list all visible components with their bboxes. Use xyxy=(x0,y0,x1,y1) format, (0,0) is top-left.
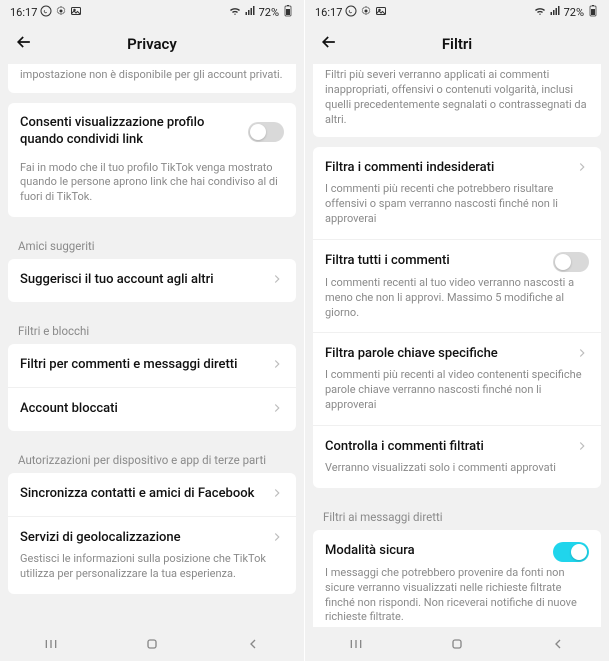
header: Privacy xyxy=(0,24,304,64)
section-dm-label: Filtri ai messaggi diretti xyxy=(313,498,601,530)
chevron-right-icon xyxy=(575,438,589,457)
review-filtered-label: Controlla i commenti filtrati xyxy=(325,439,567,456)
gear-icon xyxy=(55,5,67,20)
image-icon xyxy=(375,5,387,20)
status-time: 16:17 xyxy=(10,6,37,19)
battery-icon xyxy=(282,5,294,20)
section-filters-label: Filtri e blocchi xyxy=(8,312,296,344)
signal-icon xyxy=(549,5,561,20)
filter-all-row[interactable]: Filtra tutti i commenti xyxy=(313,239,601,276)
whatsapp-icon xyxy=(40,5,52,20)
chevron-right-icon xyxy=(270,529,284,548)
screen-filters: 16:17 72% Fil xyxy=(305,0,610,661)
filter-all-label: Filtra tutti i commenti xyxy=(325,253,545,270)
content: impostazione non è disponibile per gli a… xyxy=(0,64,304,627)
safe-mode-row[interactable]: Modalità sicura xyxy=(313,530,601,566)
sync-contacts-row[interactable]: Sincronizza contatti e amici di Facebook xyxy=(8,473,296,516)
screen-privacy: 16:17 72% Pri xyxy=(0,0,305,661)
filter-unwanted-row[interactable]: Filtra i commenti indesiderati xyxy=(313,147,601,182)
suggest-account-row[interactable]: Suggerisci il tuo account agli altri xyxy=(8,259,296,302)
safe-mode-label: Modalità sicura xyxy=(325,543,545,560)
back-button[interactable] xyxy=(14,32,34,56)
chevron-right-icon xyxy=(575,159,589,178)
geo-services-row[interactable]: Servizi di geolocalizzazione xyxy=(8,516,296,552)
profile-view-label: Consenti visualizzazione profilo quando … xyxy=(20,115,240,149)
review-filtered-desc: Verranno visualizzati solo i commenti ap… xyxy=(313,461,601,488)
safe-mode-toggle[interactable] xyxy=(553,542,589,562)
geo-services-desc: Gestisci le informazioni sulla posizione… xyxy=(8,552,296,594)
image-icon xyxy=(70,5,82,20)
content: Filtri più severi verranno applicati ai … xyxy=(305,64,609,627)
filter-unwanted-desc: I commenti più recenti che potrebbero ri… xyxy=(313,182,601,239)
header: Filtri xyxy=(305,24,609,64)
profile-view-desc: Fai in modo che il tuo profilo TikTok ve… xyxy=(8,161,296,218)
profile-view-toggle[interactable] xyxy=(248,122,284,142)
intro-text-cut: Filtri più severi verranno applicati ai … xyxy=(313,64,601,137)
chevron-right-icon xyxy=(270,356,284,375)
wifi-icon xyxy=(534,5,546,20)
page-title: Privacy xyxy=(0,35,304,53)
profile-view-toggle-row[interactable]: Consenti visualizzazione profilo quando … xyxy=(8,103,296,161)
filter-all-toggle[interactable] xyxy=(553,252,589,272)
back-button[interactable] xyxy=(319,32,339,56)
filter-all-desc: I commenti recenti al tuo video verranno… xyxy=(313,276,601,333)
section-friends-label: Amici suggeriti xyxy=(8,227,296,259)
android-navbar xyxy=(305,627,609,661)
chevron-right-icon xyxy=(270,271,284,290)
battery-icon xyxy=(587,5,599,20)
status-time: 16:17 xyxy=(315,6,342,19)
intro-text-cut: impostazione non è disponibile per gli a… xyxy=(8,64,296,93)
filter-keywords-desc: I commenti più recenti al video contenen… xyxy=(313,368,601,425)
whatsapp-icon xyxy=(345,5,357,20)
safe-mode-desc: I messaggi che potrebbero provenire da f… xyxy=(313,566,601,627)
suggest-account-label: Suggerisci il tuo account agli altri xyxy=(20,272,262,289)
review-filtered-row[interactable]: Controlla i commenti filtrati xyxy=(313,425,601,461)
filter-unwanted-label: Filtra i commenti indesiderati xyxy=(325,160,567,177)
section-auth-label: Autorizzazioni per dispositivo e app di … xyxy=(8,441,296,473)
home-button[interactable] xyxy=(449,636,465,652)
page-title: Filtri xyxy=(305,35,609,53)
wifi-icon xyxy=(229,5,241,20)
blocked-accounts-label: Account bloccati xyxy=(20,401,262,418)
chevron-right-icon xyxy=(575,345,589,364)
statusbar: 16:17 72% xyxy=(0,0,304,24)
battery-text: 72% xyxy=(259,6,279,19)
comment-filters-label: Filtri per commenti e messaggi diretti xyxy=(20,357,262,374)
comment-filters-row[interactable]: Filtri per commenti e messaggi diretti xyxy=(8,344,296,387)
recents-button[interactable] xyxy=(43,636,59,652)
back-nav-button[interactable] xyxy=(550,636,566,652)
chevron-right-icon xyxy=(270,400,284,419)
blocked-accounts-row[interactable]: Account bloccati xyxy=(8,387,296,431)
profile-view-card: Consenti visualizzazione profilo quando … xyxy=(8,103,296,217)
signal-icon xyxy=(244,5,256,20)
filter-keywords-row[interactable]: Filtra parole chiave specifiche xyxy=(313,332,601,368)
android-navbar xyxy=(0,627,304,661)
back-nav-button[interactable] xyxy=(245,636,261,652)
sync-contacts-label: Sincronizza contatti e amici di Facebook xyxy=(20,486,262,503)
gear-icon xyxy=(360,5,372,20)
chevron-right-icon xyxy=(270,485,284,504)
battery-text: 72% xyxy=(564,6,584,19)
statusbar: 16:17 72% xyxy=(305,0,609,24)
home-button[interactable] xyxy=(144,636,160,652)
geo-services-label: Servizi di geolocalizzazione xyxy=(20,530,262,547)
recents-button[interactable] xyxy=(348,636,364,652)
filter-keywords-label: Filtra parole chiave specifiche xyxy=(325,346,567,363)
